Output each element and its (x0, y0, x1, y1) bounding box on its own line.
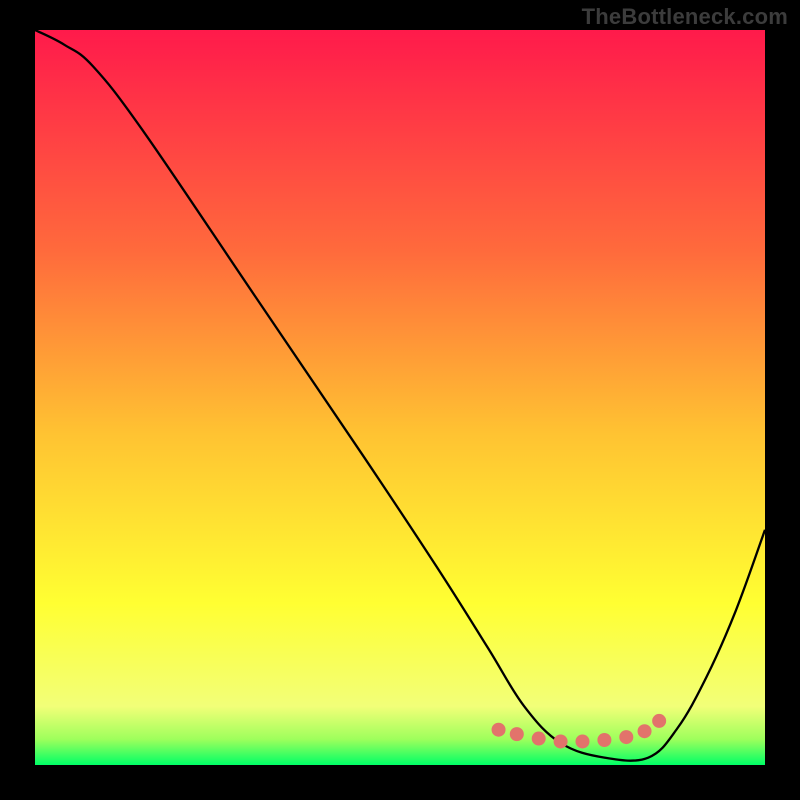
bottleneck-chart (0, 0, 800, 800)
marker-dot (597, 733, 611, 747)
marker-dot (638, 724, 652, 738)
marker-dot (652, 714, 666, 728)
marker-dot (619, 730, 633, 744)
marker-dot (532, 732, 546, 746)
watermark-text: TheBottleneck.com (582, 4, 788, 30)
marker-dot (492, 723, 506, 737)
marker-dot (576, 734, 590, 748)
marker-dot (510, 727, 524, 741)
chart-frame: { "watermark": "TheBottleneck.com", "cha… (0, 0, 800, 800)
marker-dot (554, 734, 568, 748)
plot-gradient-bg (35, 30, 765, 765)
